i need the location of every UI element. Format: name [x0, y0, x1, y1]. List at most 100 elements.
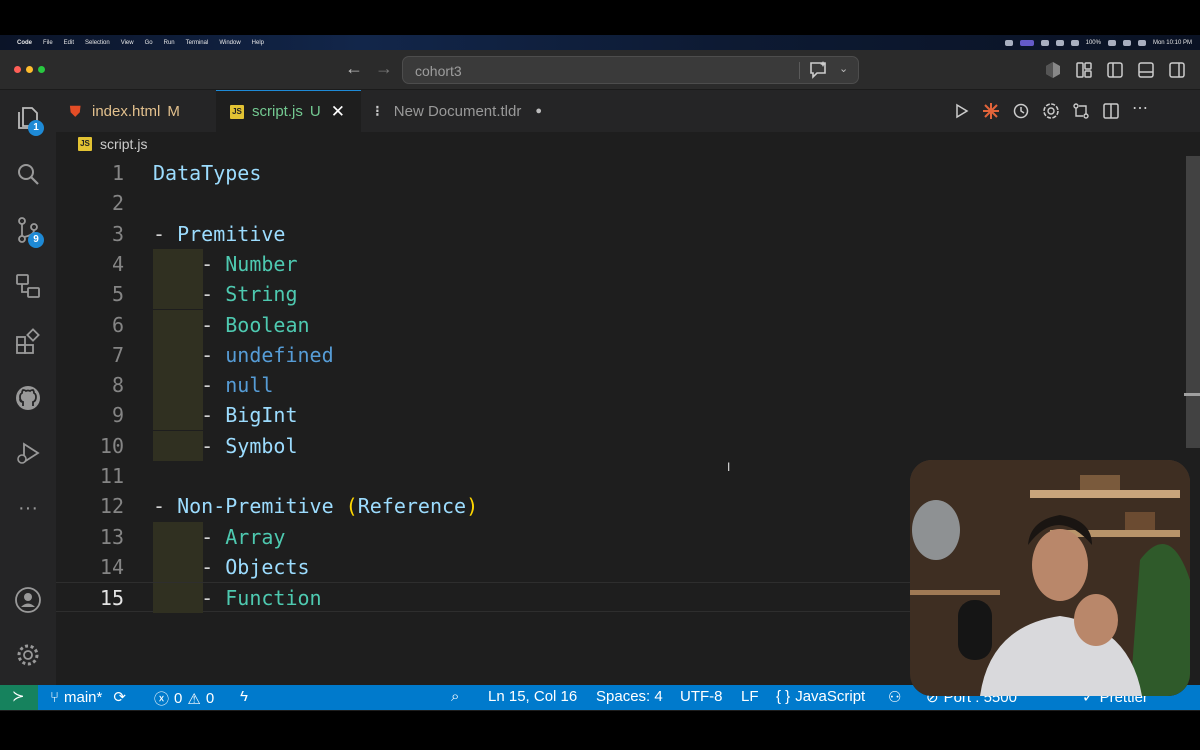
close-tab-icon[interactable]: ✕ [331, 102, 345, 122]
branch-indicator[interactable]: ⑂ main* ⟳ [50, 688, 126, 707]
code-line[interactable]: 6 - Boolean [56, 309, 1184, 340]
timeline-icon[interactable] [1012, 102, 1030, 120]
close-window-button[interactable] [14, 66, 21, 73]
back-arrow-icon[interactable]: ← [345, 58, 363, 79]
cursor-position[interactable]: Ln 15, Col 16 [488, 688, 577, 705]
sparkle-icon[interactable] [982, 102, 1000, 120]
run-debug-icon[interactable] [14, 440, 42, 468]
moon-icon[interactable] [1055, 39, 1064, 46]
problems-indicator[interactable]: ⓧ 0 ⚠ 0 [154, 688, 214, 709]
code-text: - Symbol [153, 431, 297, 461]
menu-help[interactable]: Help [252, 40, 264, 46]
openai-icon[interactable] [1042, 102, 1060, 120]
chevron-down-icon[interactable]: ⌄ [839, 62, 848, 75]
toggle-primary-sidebar-icon[interactable] [1106, 61, 1124, 79]
code-line[interactable]: 5 - String [56, 279, 1184, 310]
code-line[interactable]: 1 DataTypes [56, 158, 1184, 188]
code-token: Objects [225, 554, 310, 579]
line-number: 14 [99, 554, 124, 579]
eol-setting[interactable]: LF [741, 688, 759, 705]
traffic-lights [14, 66, 45, 73]
code-text: - Non-Premitive (Reference) [153, 491, 478, 521]
menu-view[interactable]: View [121, 40, 134, 46]
bluetooth-icon[interactable] [1070, 39, 1079, 46]
settings-gear-icon[interactable] [14, 641, 42, 669]
menu-edit[interactable]: Edit [64, 40, 74, 46]
split-editor-icon[interactable] [1102, 102, 1120, 120]
webcam-overlay [910, 460, 1190, 696]
accounts-icon[interactable] [14, 586, 42, 614]
code-token: Function [225, 586, 322, 611]
more-actions-icon[interactable]: ⋯ [1132, 101, 1150, 120]
cloud-icon[interactable] [1040, 39, 1049, 46]
warning-icon: ⚠ [187, 690, 201, 708]
github-icon[interactable] [14, 384, 42, 412]
braces-icon: { } [776, 688, 791, 705]
forward-arrow-icon[interactable]: → [375, 58, 393, 79]
menu-file[interactable]: File [43, 40, 53, 46]
tab-status: M [167, 102, 180, 120]
line-number: 13 [99, 524, 124, 549]
more-icon[interactable]: ··· [14, 494, 42, 522]
menu-go[interactable]: Go [145, 40, 153, 46]
line-number: 10 [99, 433, 124, 458]
unsaved-dot-icon: ● [535, 105, 542, 117]
code-text: - Function [153, 583, 322, 613]
wifi-icon[interactable] [1122, 39, 1131, 46]
copilot-chat-icon[interactable] [808, 60, 830, 80]
command-center-search[interactable]: cohort3 ⌄ [402, 56, 859, 84]
menu-app-name[interactable]: Code [17, 40, 32, 46]
run-file-icon[interactable] [952, 102, 970, 120]
menu-terminal[interactable]: Terminal [186, 40, 209, 46]
warning-count: 0 [205, 690, 215, 707]
indentation-setting[interactable]: Spaces: 4 [596, 688, 663, 705]
toggle-secondary-sidebar-icon[interactable] [1168, 61, 1186, 79]
control-center-icon[interactable] [1137, 39, 1146, 46]
extensions-icon[interactable] [14, 328, 42, 356]
code-line[interactable]: 4 - Number [56, 248, 1184, 279]
accounts-icon[interactable] [1044, 61, 1062, 79]
menu-clock[interactable]: Mon 10:10 PM [1153, 40, 1192, 46]
remote-explorer-icon[interactable] [14, 272, 42, 300]
minimize-window-button[interactable] [26, 66, 33, 73]
scrollbar-thumb[interactable] [1186, 156, 1200, 448]
line-number: 6 [111, 312, 124, 337]
tab-index-html[interactable]: ⛊ index.html M [56, 90, 216, 132]
battery-icon[interactable] [1107, 39, 1116, 46]
remote-indicator[interactable]: ≻ [0, 685, 38, 710]
remote-icon: ≻ [12, 688, 25, 705]
code-line[interactable]: 3 - Premitive [56, 219, 1184, 249]
code-line[interactable]: 9 - BigInt [56, 400, 1184, 431]
line-number: 2 [111, 191, 124, 216]
customize-layout-icon[interactable] [1075, 61, 1093, 79]
code-token: BigInt [225, 403, 298, 428]
lightning-icon[interactable]: ϟ [240, 688, 248, 705]
breadcrumb-file[interactable]: script.js [100, 136, 147, 152]
status-icon[interactable] [1019, 39, 1034, 46]
toggle-panel-icon[interactable] [1137, 61, 1155, 79]
menu-window[interactable]: Window [219, 40, 240, 46]
copilot-status-icon[interactable]: ⚇ [888, 688, 901, 706]
zoom-window-button[interactable] [38, 66, 45, 73]
menu-selection[interactable]: Selection [85, 40, 110, 46]
language-mode[interactable]: { } JavaScript [776, 688, 865, 705]
tab-new-document-tldr[interactable]: ⁝ New Document.tldr ● [361, 90, 569, 132]
status-icon[interactable] [1004, 39, 1013, 46]
code-line[interactable]: 7 - undefined [56, 339, 1184, 370]
code-line[interactable]: 10 - Symbol [56, 430, 1184, 461]
code-token: Number [225, 251, 298, 276]
menu-run[interactable]: Run [164, 40, 175, 46]
search-icon[interactable] [14, 160, 42, 188]
tab-status: U [309, 103, 321, 120]
encoding-setting[interactable]: UTF-8 [680, 688, 723, 705]
tab-script-js[interactable]: JS script.js U ✕ [216, 90, 361, 132]
code-line[interactable]: 2 [56, 188, 1184, 218]
compare-changes-icon[interactable] [1072, 102, 1090, 120]
sync-icon[interactable]: ⟳ [113, 688, 126, 706]
zoom-search-icon[interactable]: ⌕ [451, 688, 459, 705]
js-file-icon: JS [78, 137, 92, 151]
code-token: - [153, 524, 226, 549]
code-line[interactable]: 8 - null [56, 370, 1184, 401]
breadcrumb: JS script.js [78, 134, 147, 154]
language-label: JavaScript [795, 688, 866, 705]
